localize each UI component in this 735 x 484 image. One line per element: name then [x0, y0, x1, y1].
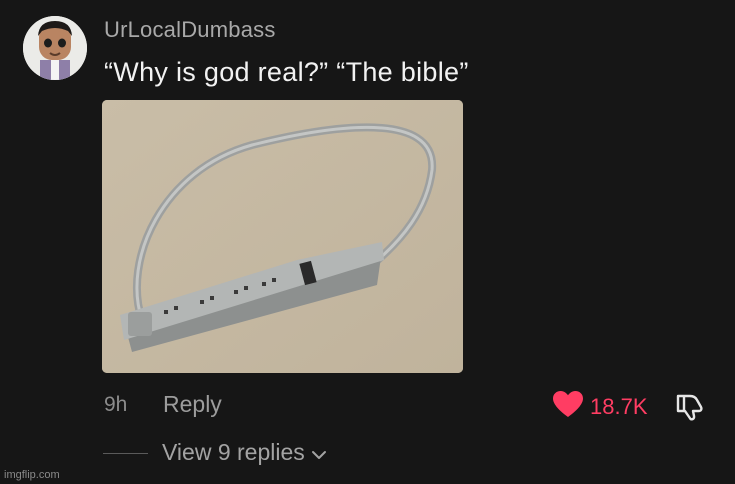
- reply-button[interactable]: Reply: [163, 391, 222, 418]
- dislike-button[interactable]: [674, 390, 706, 427]
- view-replies-button[interactable]: View 9 replies: [162, 439, 327, 466]
- like-button[interactable]: 18.7K: [553, 391, 648, 423]
- replies-divider: [103, 453, 148, 454]
- comment-text: “Why is god real?” “The bible”: [104, 57, 469, 87]
- watermark: imgflip.com: [4, 469, 60, 481]
- username[interactable]: UrLocalDumbass: [104, 17, 276, 43]
- like-count: 18.7K: [590, 394, 648, 419]
- comment-timestamp: 9h: [104, 393, 128, 416]
- heart-icon[interactable]: [553, 391, 583, 423]
- chevron-down-icon: [311, 439, 327, 466]
- view-replies-label: View 9 replies: [162, 439, 305, 465]
- thumbs-down-icon[interactable]: [674, 394, 706, 426]
- comment-image[interactable]: [102, 100, 463, 373]
- avatar[interactable]: [23, 16, 87, 80]
